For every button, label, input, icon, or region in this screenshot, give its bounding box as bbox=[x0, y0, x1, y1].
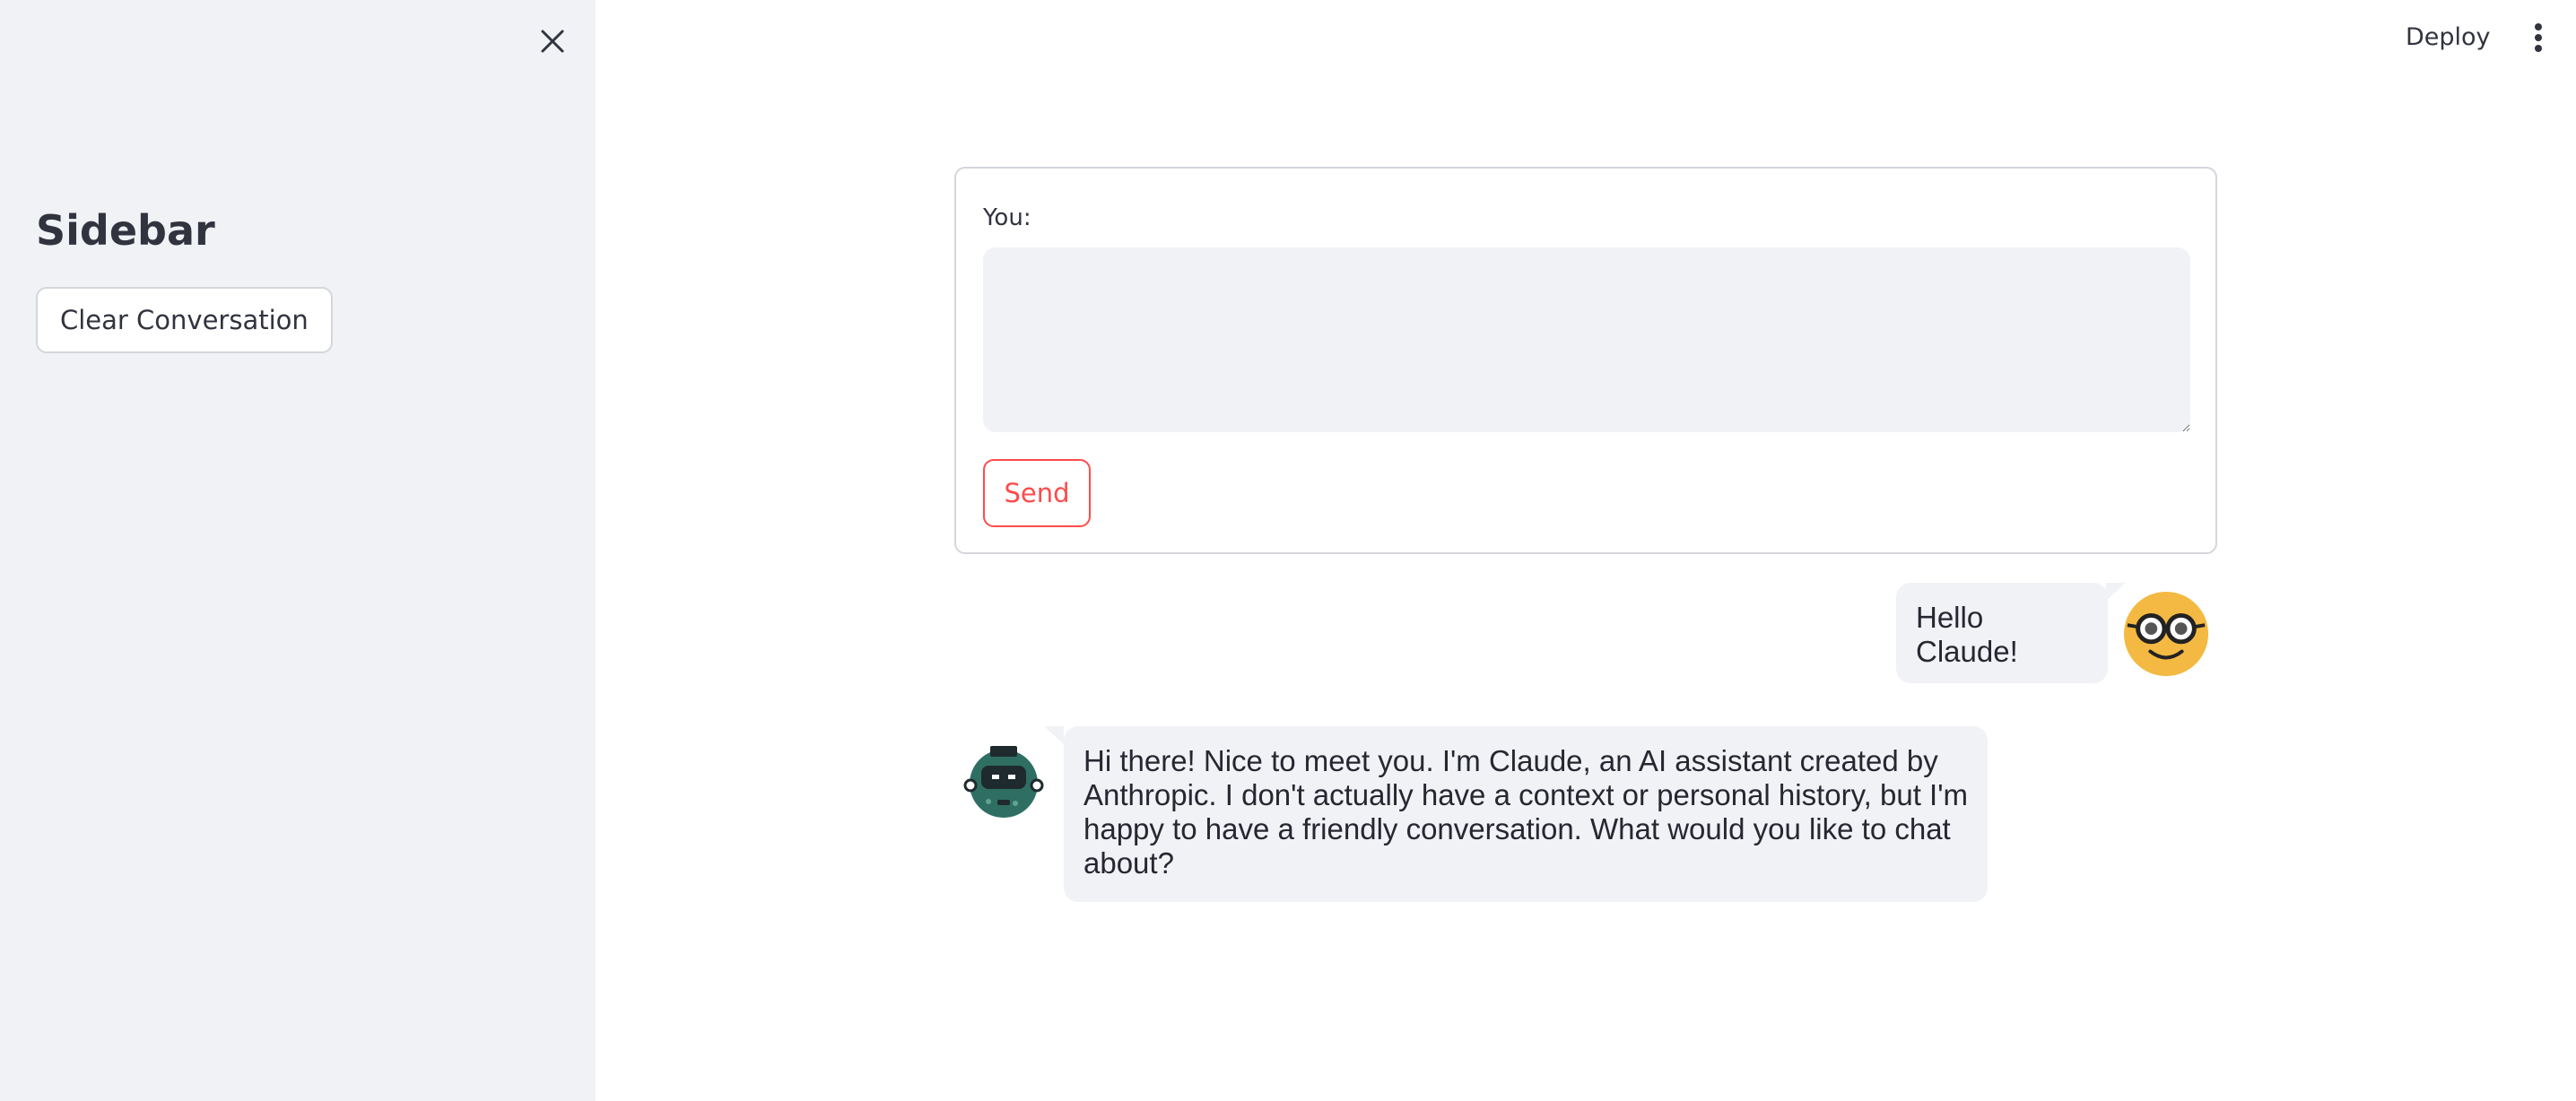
you-input-label: You: bbox=[983, 204, 1031, 231]
app-root: Sidebar Clear Conversation Deploy You: S… bbox=[0, 0, 2576, 1101]
chat-form: You: Send bbox=[954, 167, 2217, 554]
robot-avatar-icon bbox=[963, 746, 1044, 818]
send-button[interactable]: Send bbox=[983, 459, 1091, 527]
nerd-face-avatar-icon bbox=[2123, 591, 2209, 677]
close-sidebar-button[interactable] bbox=[535, 23, 570, 59]
user-message-bubble: Hello Claude! bbox=[1896, 583, 2108, 683]
sidebar-title: Sidebar bbox=[36, 206, 215, 255]
close-icon bbox=[541, 30, 564, 53]
clear-conversation-button[interactable]: Clear Conversation bbox=[36, 287, 333, 353]
message-input[interactable] bbox=[983, 247, 2190, 432]
sidebar: Sidebar Clear Conversation bbox=[0, 0, 596, 1101]
assistant-message-bubble: Hi there! Nice to meet you. I'm Claude, … bbox=[1064, 726, 1988, 902]
assistant-bubble-tail bbox=[1044, 726, 1064, 744]
deploy-button[interactable]: Deploy bbox=[2395, 18, 2502, 57]
kebab-menu-icon bbox=[2535, 23, 2542, 52]
main-menu-button[interactable] bbox=[2520, 16, 2556, 59]
